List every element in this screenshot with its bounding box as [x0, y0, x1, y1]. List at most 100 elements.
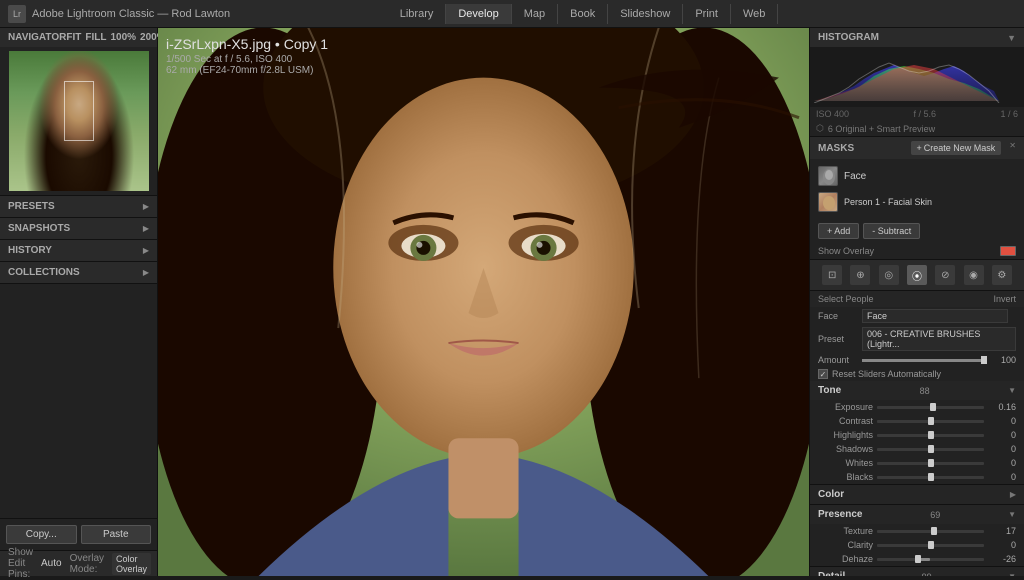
brush-tool[interactable]: ⦿: [907, 265, 927, 285]
tab-library[interactable]: Library: [388, 4, 447, 24]
invert-button[interactable]: Invert: [993, 294, 1016, 304]
face-preset-label: Face: [818, 311, 858, 321]
presence-label: Presence: [818, 509, 862, 520]
face-preset-value[interactable]: Face: [862, 309, 1008, 323]
tab-web[interactable]: Web: [731, 4, 778, 24]
detail-group-label: Detail: [818, 571, 845, 576]
nav-tabs: Library Develop Map Book Slideshow Print…: [388, 4, 779, 24]
highlights-slider[interactable]: [877, 434, 984, 437]
subtract-mask-button[interactable]: - Subtract: [863, 223, 920, 239]
contrast-label: Contrast: [818, 416, 873, 426]
gradient-tool[interactable]: ⊘: [935, 265, 955, 285]
histogram-title: Histogram: [818, 32, 879, 43]
histogram-shutter: 1 / 6: [1000, 109, 1018, 119]
center-panel: i-ZSrLxpn-X5.jpg • Copy 1 1/500 Sec at f…: [158, 28, 809, 576]
face-mask-icon: [819, 167, 838, 186]
exposure-slider[interactable]: [877, 406, 984, 409]
add-mask-button[interactable]: + Add: [818, 223, 859, 239]
highlights-label: Highlights: [818, 430, 873, 440]
create-new-mask-button[interactable]: + Create New Mask: [911, 141, 1002, 155]
clarity-slider[interactable]: [877, 544, 984, 547]
detail-group: Detail 99 ▼ Sharpness 0 Noise 0: [810, 567, 1024, 576]
histogram-meta: ISO 400 f / 5.6 1 / 6: [810, 107, 1024, 121]
facial-skin-mask-thumbnail: [818, 192, 838, 212]
collections-title: Collections: [8, 267, 80, 278]
collections-header[interactable]: Collections ▶: [0, 262, 157, 283]
preset-row: Preset 006 - CREATIVE BRUSHES (Lightr...: [810, 325, 1024, 353]
masks-header[interactable]: Masks + Create New Mask ✕: [810, 137, 1024, 159]
radial-tool[interactable]: ◉: [964, 265, 984, 285]
contrast-slider[interactable]: [877, 420, 984, 423]
tab-map[interactable]: Map: [512, 4, 558, 24]
select-people-row: Select People Invert: [810, 291, 1024, 307]
tab-print[interactable]: Print: [683, 4, 731, 24]
exposure-row: Exposure 0.16: [810, 400, 1024, 414]
amount-label: Amount: [818, 355, 858, 365]
show-overlay-label: Show Overlay: [818, 246, 874, 256]
tone-group: Tone 88 ▼ Exposure 0.16 Contrast 0: [810, 381, 1024, 485]
history-section: History ▶: [0, 240, 157, 262]
app-title: Adobe Lightroom Classic — Rod Lawton: [32, 8, 230, 20]
mask-items-list: Face Person 1 - Facial Skin: [810, 159, 1024, 219]
tab-develop[interactable]: Develop: [446, 4, 511, 24]
histogram-iso: ISO 400: [816, 109, 849, 119]
color-header[interactable]: Color ▶: [810, 485, 1024, 504]
whites-value: 0: [988, 458, 1016, 468]
whites-slider[interactable]: [877, 462, 984, 465]
mask-item-face[interactable]: Face: [810, 163, 1024, 189]
left-panel-sections: Presets ▶ Snapshots ▶ History ▶ Collecti…: [0, 196, 157, 357]
presence-header[interactable]: Presence 69 ▼: [810, 505, 1024, 524]
blacks-slider[interactable]: [877, 476, 984, 479]
history-header[interactable]: History ▶: [0, 240, 157, 261]
crop-tool[interactable]: ⊡: [822, 265, 842, 285]
main-layout: Navigator FIT FILL 100% 200% Presets ▶: [0, 28, 1024, 576]
zoom-100[interactable]: 100%: [110, 32, 136, 43]
color-group: Color ▶: [810, 485, 1024, 505]
shadows-slider[interactable]: [877, 448, 984, 451]
preset-value[interactable]: 006 - CREATIVE BRUSHES (Lightr...: [862, 327, 1016, 351]
zoom-fill[interactable]: FILL: [85, 32, 106, 43]
amount-slider[interactable]: [862, 359, 984, 362]
dehaze-slider[interactable]: [877, 558, 984, 561]
texture-row: Texture 17: [810, 524, 1024, 538]
zoom-fit[interactable]: FIT: [66, 32, 81, 43]
tab-book[interactable]: Book: [558, 4, 608, 24]
amount-value: 100: [988, 355, 1016, 365]
color-label: Color: [818, 489, 844, 500]
presence-group: Presence 69 ▼ Texture 17 Clarity 0: [810, 505, 1024, 567]
navigator-header[interactable]: Navigator FIT FILL 100% 200%: [0, 28, 157, 47]
navigator-zoom-controls: FIT FILL 100% 200%: [66, 32, 165, 43]
copy-paste-bar: Copy... Paste: [0, 518, 157, 550]
clarity-value: 0: [988, 540, 1016, 550]
histogram-header[interactable]: Histogram ▼: [810, 28, 1024, 47]
shadows-label: Shadows: [818, 444, 873, 454]
reset-sliders-checkbox[interactable]: ✓: [818, 369, 828, 379]
texture-slider[interactable]: [877, 530, 984, 533]
show-edit-pins-value[interactable]: Auto: [41, 558, 62, 569]
overlay-color-swatch[interactable]: [1000, 246, 1016, 256]
redeye-tool[interactable]: ◎: [879, 265, 899, 285]
overlay-mode-value[interactable]: Color Overlay: [112, 553, 151, 575]
snapshots-header[interactable]: Snapshots ▶: [0, 218, 157, 239]
detail-header[interactable]: Detail 99 ▼: [810, 567, 1024, 576]
heal-tool[interactable]: ⊕: [850, 265, 870, 285]
tab-slideshow[interactable]: Slideshow: [608, 4, 683, 24]
presets-arrow: ▶: [143, 202, 149, 211]
mask-item-facial-skin[interactable]: Person 1 - Facial Skin: [810, 189, 1024, 215]
texture-value: 17: [988, 526, 1016, 536]
original-icon: ⬡: [816, 123, 824, 134]
tone-header[interactable]: Tone 88 ▼: [810, 381, 1024, 400]
settings-tool[interactable]: ⚙: [992, 265, 1012, 285]
paste-button[interactable]: Paste: [81, 525, 152, 544]
contrast-value: 0: [988, 416, 1016, 426]
presets-section: Presets ▶: [0, 196, 157, 218]
snapshots-section: Snapshots ▶: [0, 218, 157, 240]
navigator-title: Navigator: [8, 32, 66, 43]
history-title: History: [8, 245, 52, 256]
histogram-graph: [810, 47, 1024, 107]
top-bar-left: Lr Adobe Lightroom Classic — Rod Lawton: [8, 5, 230, 23]
copy-button[interactable]: Copy...: [6, 525, 77, 544]
collections-section: Collections ▶: [0, 262, 157, 284]
tone-value: 88: [920, 386, 930, 396]
presets-header[interactable]: Presets ▶: [0, 196, 157, 217]
